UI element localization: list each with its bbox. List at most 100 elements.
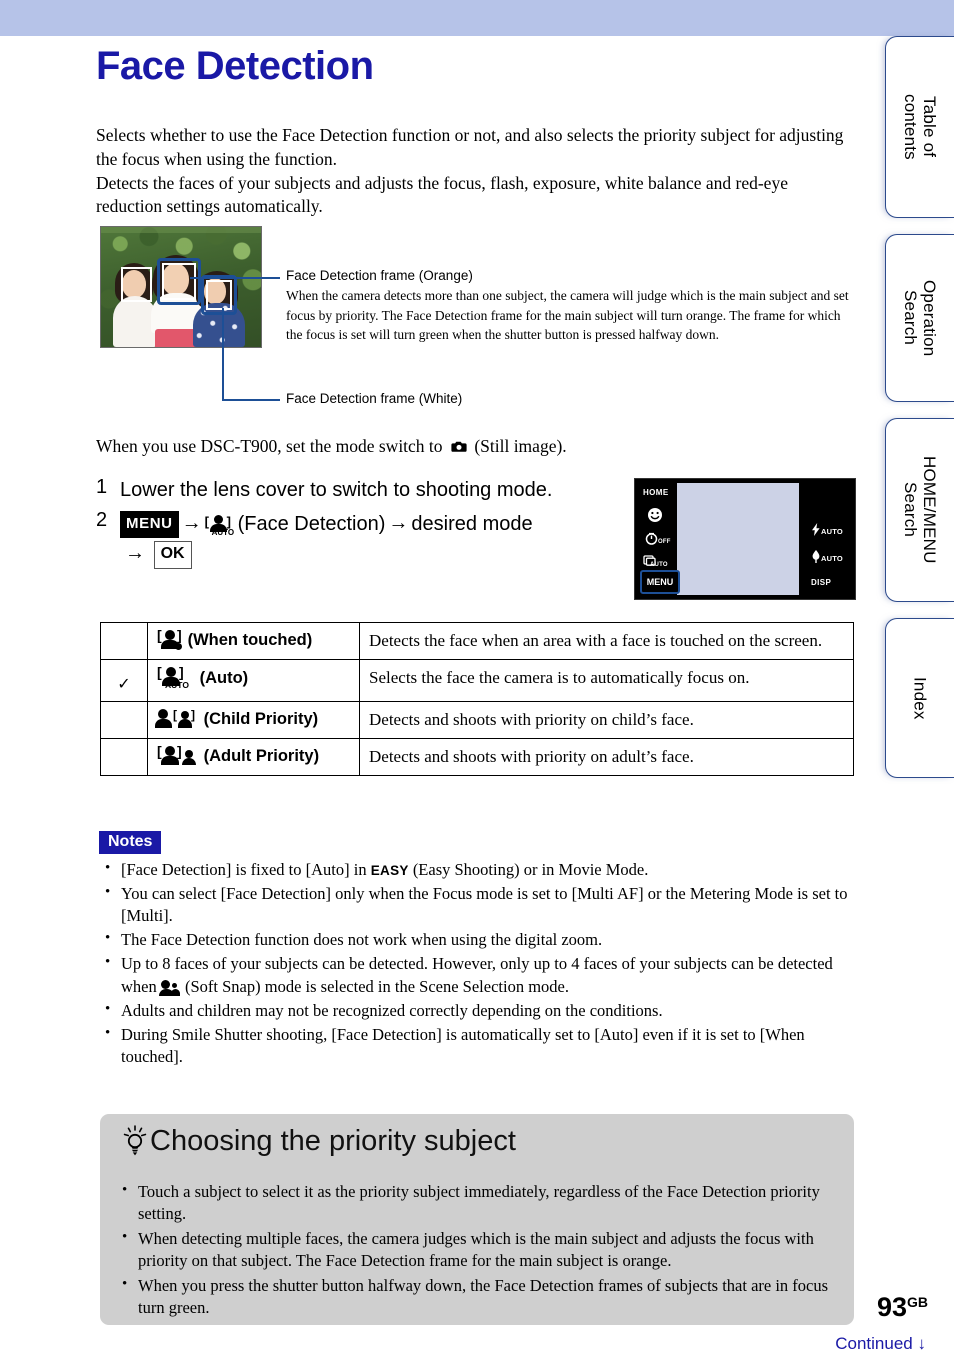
row-option-description: Detects the face when an area with a fac…: [359, 621, 854, 661]
tip-heading-row: Choosing the priority subject: [122, 1124, 516, 1158]
table-row: ✓ [ ] AUTO (Auto) Selects the face the c…: [100, 659, 854, 703]
lcd-disp-label[interactable]: DISP: [811, 578, 831, 587]
row-option-name[interactable]: [ ] (Child Priority): [147, 701, 360, 740]
lcd-menu-button[interactable]: MENU: [640, 570, 680, 594]
list-item: You can select [Face Detection] only whe…: [99, 882, 855, 927]
list-item: The Face Detection function does not wor…: [99, 928, 855, 951]
callout-line-orange: [190, 277, 280, 279]
mode-switch-text-after: (Still image).: [474, 436, 567, 456]
self-timer-icon[interactable]: [645, 532, 658, 550]
list-item: Touch a subject to select it as the prio…: [116, 1180, 830, 1226]
default-check-icon: ✓: [117, 676, 131, 694]
camera-lcd-screenshot: HOME OFF AUTO MENU AUTO AUTO DISP: [634, 478, 856, 600]
callout-white-title: Face Detection frame (White): [286, 391, 463, 406]
page-number: 93GB: [877, 1292, 928, 1323]
table-row: [ ] (When touched) Detects the face when…: [100, 621, 854, 661]
face-frame-white-right: [201, 275, 237, 315]
step2-arrow-3: →: [125, 541, 145, 564]
sidebar-item-home-menu-search[interactable]: HOME/MENU Search: [885, 418, 954, 602]
intro-paragraphs: Selects whether to use the Face Detectio…: [96, 124, 852, 219]
continued-label: Continued: [835, 1334, 913, 1353]
sidebar-item-table-of-contents[interactable]: Table of contents: [885, 36, 954, 218]
steps-list: 1 Lower the lens cover to switch to shoo…: [96, 476, 626, 574]
face-detection-when-touched-icon: [ ]: [157, 627, 183, 650]
ok-key[interactable]: OK: [153, 540, 192, 569]
menu-key[interactable]: MENU: [120, 511, 179, 538]
photo-top-highlight: [101, 227, 261, 233]
step-1: 1 Lower the lens cover to switch to shoo…: [96, 476, 626, 504]
soft-snap-icon: [158, 979, 181, 996]
side-tab-rail: Table of contents Operation Search HOME/…: [880, 36, 954, 778]
sidebar-item-operation-search[interactable]: Operation Search: [885, 234, 954, 402]
face-detection-child-priority-icon: [ ]: [155, 708, 199, 729]
face-frame-orange-main: [157, 258, 201, 305]
tab-label-index: Index: [910, 676, 930, 720]
intro-para-2: Detects the faces of your subjects and a…: [96, 172, 788, 217]
tab-label-home-menu-search: HOME/MENU Search: [901, 456, 940, 564]
lightbulb-icon: [122, 1124, 148, 1158]
step2-arrow-2: →: [388, 512, 409, 535]
step2-face-detection-label: (Face Detection): [237, 513, 386, 536]
tab-label-operation-search: Operation Search: [901, 279, 940, 357]
top-band: [0, 0, 954, 36]
still-image-camera-icon: [450, 437, 467, 458]
face-frame-white-left: [121, 267, 152, 302]
step-2: 2 MENU → [ ] AUTO (Face Detection) → desire…: [96, 509, 626, 569]
mode-switch-line: When you use DSC-T900, set the mode swit…: [96, 436, 796, 458]
lcd-macro-value: AUTO: [821, 554, 843, 563]
face-detection-auto-icon: [ ] AUTO: [204, 514, 235, 538]
table-row: [ ] (Adult Priority) Detects and shoots …: [100, 738, 854, 777]
page-number-value: 93: [876, 1292, 907, 1322]
flash-icon[interactable]: [812, 523, 820, 541]
down-arrow-icon: ↓: [917, 1334, 927, 1353]
tip-box: Choosing the priority subject Touch a su…: [100, 1114, 854, 1325]
row-option-label: (Child Priority): [203, 710, 319, 729]
callout-line-white-horizontal: [222, 399, 280, 401]
notes-section: Notes [Face Detection] is fixed to [Auto…: [99, 831, 855, 1070]
face-detection-figure: Face Detection frame (Orange) When the c…: [96, 226, 856, 421]
face-detection-options-table: [ ] (When touched) Detects the face when…: [100, 621, 854, 777]
row-option-label: (Auto): [199, 669, 249, 688]
step-2-text: MENU → [ ] AUTO (Face Detection) → desired …: [120, 509, 626, 569]
manual-page: Table of contents Operation Search HOME/…: [0, 0, 954, 1369]
row-option-name[interactable]: [ ] AUTO (Auto): [147, 659, 360, 703]
face-detection-adult-priority-icon: [ ]: [157, 743, 199, 766]
row-default-marker: ✓: [100, 659, 148, 703]
list-item: [Face Detection] is fixed to [Auto] in E…: [99, 858, 855, 881]
lcd-flash-value: AUTO: [821, 527, 843, 536]
list-item: When you press the shutter button halfwa…: [116, 1274, 830, 1320]
smile-shutter-icon[interactable]: [647, 507, 663, 528]
row-option-label: (Adult Priority): [203, 747, 320, 766]
sample-photo: [100, 226, 262, 348]
lcd-burst-value: AUTO: [650, 562, 668, 568]
row-option-name[interactable]: [ ] (Adult Priority): [147, 738, 360, 777]
page-number-suffix: GB: [907, 1294, 928, 1310]
continued-link[interactable]: Continued ↓: [835, 1334, 926, 1354]
lcd-home-label[interactable]: HOME: [643, 488, 669, 497]
tab-label-table-of-contents: Table of contents: [901, 94, 940, 160]
notes-heading: Notes: [99, 831, 162, 854]
lcd-live-view: [677, 483, 799, 595]
list-item: Adults and children may not be recognize…: [99, 999, 855, 1022]
row-option-label: (When touched): [187, 631, 313, 649]
step-1-text: Lower the lens cover to switch to shooti…: [120, 479, 553, 501]
row-option-description: Detects and shoots with priority on adul…: [359, 738, 854, 777]
macro-icon[interactable]: [811, 550, 821, 568]
step-1-number: 1: [96, 476, 108, 498]
intro-para-1: Selects whether to use the Face Detectio…: [96, 125, 844, 169]
row-option-description: Detects and shoots with priority on chil…: [359, 701, 854, 740]
tip-heading: Choosing the priority subject: [150, 1124, 516, 1157]
easy-key-icon: EASY: [370, 863, 409, 878]
row-option-description: Selects the face the camera is to automa…: [359, 659, 854, 703]
callout-line-white-vertical: [222, 308, 224, 401]
face-detection-auto-icon: [ ] AUTO: [157, 664, 189, 691]
notes-list: [Face Detection] is fixed to [Auto] in E…: [99, 858, 855, 1068]
callout-orange-body: When the camera detects more than one su…: [286, 288, 849, 343]
list-item: Up to 8 faces of your subjects can be de…: [99, 952, 855, 997]
step2-desired-mode: desired mode: [411, 513, 533, 536]
list-item: During Smile Shutter shooting, [Face Det…: [99, 1023, 855, 1068]
row-option-name[interactable]: [ ] (When touched): [147, 621, 360, 661]
step-2-number: 2: [96, 509, 108, 532]
sidebar-item-index[interactable]: Index: [885, 618, 954, 778]
mode-switch-text-before: When you use DSC-T900, set the mode swit…: [96, 436, 443, 456]
